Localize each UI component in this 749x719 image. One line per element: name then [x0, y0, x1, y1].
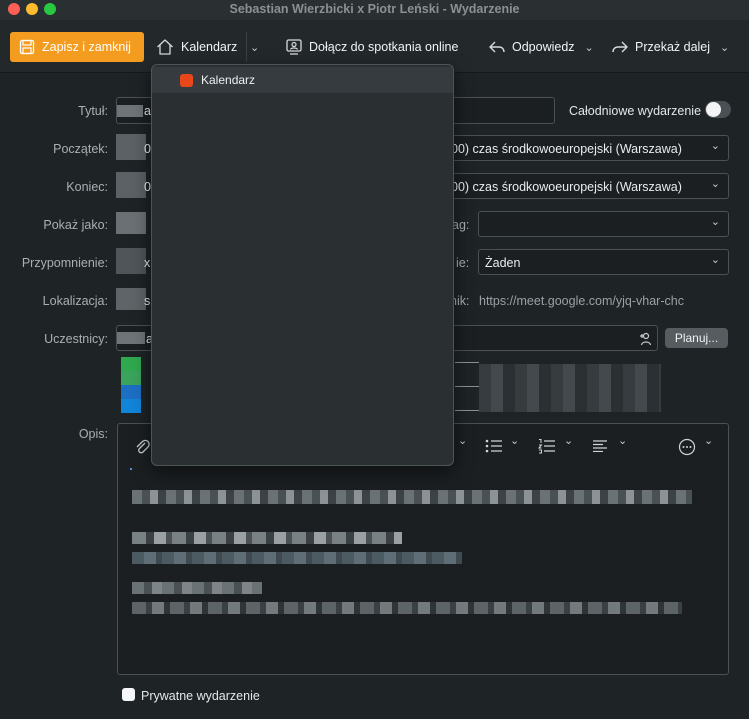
reply-button[interactable]: Odpowiedz ⌄ [488, 32, 594, 62]
save-button-label: Zapisz i zamknij [42, 40, 131, 54]
save-icon [19, 39, 35, 55]
chevron-down-icon[interactable]: ⌄ [618, 434, 627, 447]
reply-icon [489, 41, 505, 53]
end-timezone-value: 00) czas środkowoeuropejski (Warszawa) [451, 180, 682, 194]
align-left-icon[interactable] [592, 440, 608, 452]
start-timezone-value: 00) czas środkowoeuropejski (Warszawa) [451, 142, 682, 156]
join-online-meeting-button[interactable]: Dołącz do spotkania online [285, 32, 458, 62]
chevron-down-icon[interactable]: ⌄ [564, 434, 573, 447]
meeting-link[interactable]: https://meet.google.com/yjq-vhar-chc [479, 294, 684, 308]
end-label: Koniec: [66, 180, 108, 194]
description-label: Opis: [78, 427, 108, 441]
description-line [132, 532, 402, 544]
repeat-label-fragment: ie: [456, 256, 470, 270]
video-meeting-icon [286, 39, 302, 55]
chevron-down-icon: ⌄ [710, 216, 720, 228]
redacted-block [116, 288, 146, 310]
start-date-fragment: 0 [144, 142, 151, 156]
redacted-block [116, 212, 146, 234]
bulleted-list-icon[interactable] [485, 438, 503, 454]
attendee-row-divider [455, 386, 479, 387]
calendar-menu-item-label: Kalendarz [201, 73, 256, 87]
redacted-block [116, 248, 146, 274]
attendees-label: Uczestnicy: [44, 332, 108, 346]
join-online-label: Dołącz do spotkania online [309, 40, 459, 54]
forward-icon [612, 41, 628, 53]
redacted-block [117, 332, 145, 344]
calendar-picker-dropdown[interactable]: ⌄ [250, 32, 259, 62]
start-timezone-select[interactable]: 00) czas środkowoeuropejski (Warszawa) ⌄ [440, 135, 729, 161]
toolbar-divider [246, 32, 247, 62]
end-timezone-select[interactable]: 00) czas środkowoeuropejski (Warszawa) ⌄ [440, 173, 729, 199]
text-cursor [130, 468, 132, 470]
add-person-icon[interactable] [637, 331, 653, 347]
redacted-block [117, 105, 143, 117]
home-icon [157, 39, 173, 55]
redacted-block [116, 172, 146, 198]
title-value: a [144, 104, 151, 118]
private-event-checkbox[interactable] [122, 688, 135, 701]
chevron-down-icon: ⌄ [250, 41, 260, 54]
reminder-label: Przypomnienie: [21, 256, 108, 270]
schedule-button[interactable]: Planuj... [665, 328, 728, 348]
schedule-button-label: Planuj... [674, 331, 719, 345]
save-and-close-button[interactable]: Zapisz i zamknij [10, 32, 144, 62]
calendar-color-swatch [180, 73, 193, 87]
chevron-down-icon: ⌄ [710, 178, 720, 190]
chevron-down-icon: ⌄ [710, 140, 720, 152]
calendar-picker-button[interactable]: Kalendarz [155, 32, 237, 62]
reminder-value-fragment: x [144, 256, 151, 270]
description-line [132, 602, 682, 614]
window-title: Sebastian Wierzbicki x Piotr Leński - Wy… [229, 2, 520, 16]
description-line [132, 490, 692, 504]
calendar-dropdown-menu: Kalendarz [151, 64, 454, 466]
more-options-icon[interactable] [678, 438, 696, 456]
attachment-icon[interactable] [134, 438, 150, 456]
attendee-avatars [121, 357, 141, 413]
tag-select[interactable]: ⌄ [478, 211, 729, 237]
start-label: Początek: [53, 142, 108, 156]
repeat-value: Żaden [485, 256, 521, 270]
location-label: Lokalizacja: [42, 294, 108, 308]
forward-button[interactable]: Przekaż dalej ⌄ [611, 32, 729, 62]
toggle-knob [706, 102, 721, 117]
attendee-row-divider [455, 362, 479, 363]
repeat-select[interactable]: Żaden ⌄ [478, 249, 729, 275]
chevron-down-icon[interactable]: ⌄ [510, 434, 519, 447]
chevron-down-icon: ⌄ [710, 254, 720, 266]
attendee-row-divider [455, 410, 479, 411]
attendee-list-redacted [479, 364, 661, 412]
description-line [132, 582, 262, 594]
forward-label: Przekaż dalej [635, 40, 711, 54]
calendar-picker-label: Kalendarz [181, 40, 238, 54]
all-day-toggle[interactable] [705, 101, 731, 118]
reply-label: Odpowiedz [512, 40, 575, 54]
redacted-block [116, 134, 146, 160]
numbered-list-icon[interactable] [538, 438, 556, 454]
chevron-down-icon[interactable]: ⌄ [458, 434, 467, 447]
description-line [132, 552, 462, 564]
title-label: Tytuł: [78, 104, 108, 118]
chevron-down-icon: ⌄ [584, 41, 594, 54]
chevron-down-icon[interactable]: ⌄ [704, 434, 713, 447]
end-date-fragment: 0 [144, 180, 151, 194]
chevron-down-icon: ⌄ [720, 41, 730, 54]
tag-label-fragment: ag: [452, 218, 470, 232]
calendar-menu-item[interactable]: Kalendarz [152, 67, 453, 93]
location-value-fragment: s [144, 294, 151, 308]
private-event-label: Prywatne wydarzenie [141, 689, 260, 703]
show-as-label: Pokaż jako: [43, 218, 108, 232]
all-day-label: Całodniowe wydarzenie [569, 104, 702, 118]
